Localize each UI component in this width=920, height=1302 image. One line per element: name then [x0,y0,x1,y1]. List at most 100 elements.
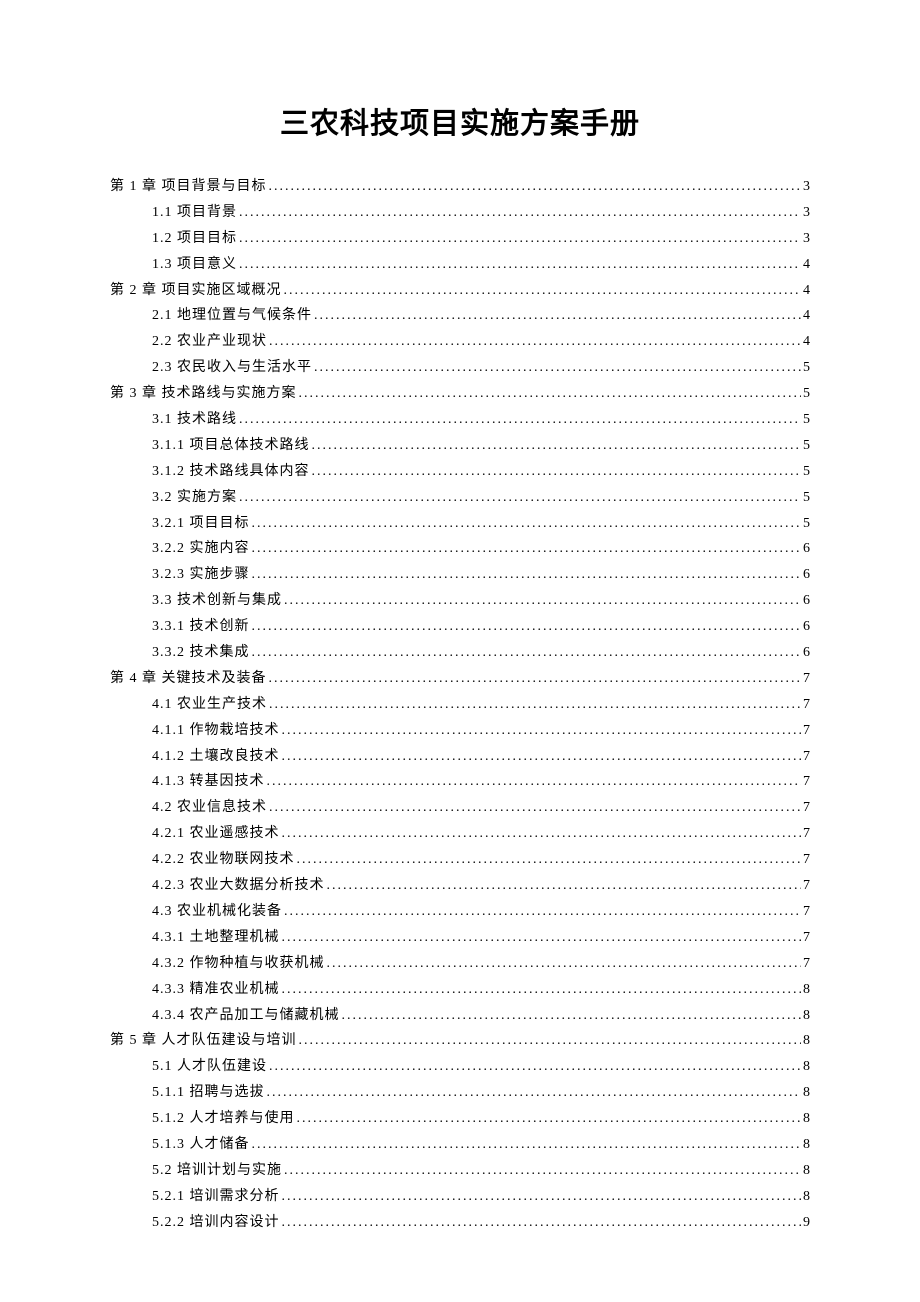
toc-entry[interactable]: 5.2.2 培训内容设计9 [110,1210,810,1236]
toc-leader-dots [327,873,802,899]
toc-entry[interactable]: 2.3 农民收入与生活水平5 [110,355,810,381]
toc-entry-page: 4 [803,278,810,304]
toc-entry[interactable]: 3.2 实施方案 5 [110,485,810,511]
toc-entry-page: 7 [803,744,810,770]
toc-entry-label: 5.2.1 培训需求分析 [152,1184,280,1210]
toc-entry-label: 3.3.2 技术集成 [152,640,250,666]
toc-entry-label: 4.3.4 农产品加工与储藏机械 [152,1003,340,1029]
toc-entry[interactable]: 3.2.2 实施内容6 [110,536,810,562]
toc-entry-page: 5 [803,485,810,511]
toc-entry[interactable]: 1.1 项目背景3 [110,200,810,226]
toc-entry[interactable]: 3.3 技术创新与集成 6 [110,588,810,614]
toc-entry-page: 4 [803,252,810,278]
toc-leader-dots [284,278,802,304]
toc-entry-label: 4.1.1 作物栽培技术 [152,718,280,744]
toc-entry[interactable]: 5.1.1 招聘与选拔8 [110,1080,810,1106]
toc-entry-label: 2.2 农业产业现状 [152,329,267,355]
toc-leader-dots [299,1028,802,1054]
toc-entry-page: 6 [803,640,810,666]
toc-leader-dots [282,744,802,770]
toc-entry-page: 7 [803,873,810,899]
toc-entry[interactable]: 1.3 项目意义 4 [110,252,810,278]
toc-entry-label: 5.1.3 人才储备 [152,1132,250,1158]
toc-entry-page: 7 [803,666,810,692]
toc-leader-dots [282,821,802,847]
toc-leader-dots [267,769,802,795]
toc-entry-page: 8 [803,1132,810,1158]
toc-entry[interactable]: 5.1.2 人才培养与使用8 [110,1106,810,1132]
toc-leader-dots [314,303,801,329]
toc-entry-label: 5.2 培训计划与实施 [152,1158,282,1184]
toc-entry[interactable]: 3.3.2 技术集成 6 [110,640,810,666]
toc-entry[interactable]: 3.3.1 技术创新 6 [110,614,810,640]
toc-entry-label: 4.2.1 农业遥感技术 [152,821,280,847]
toc-entry-page: 6 [803,614,810,640]
toc-entry-label: 3.3 技术创新与集成 [152,588,282,614]
toc-entry[interactable]: 4.2.2 农业物联网技术7 [110,847,810,873]
toc-entry-label: 5.1.2 人才培养与使用 [152,1106,295,1132]
table-of-contents: 第 1 章 项目背景与目标31.1 项目背景31.2 项目目标31.3 项目意义… [110,174,810,1236]
toc-entry-label: 3.2.1 项目目标 [152,511,250,537]
toc-leader-dots [269,666,802,692]
toc-entry[interactable]: 5.2 培训计划与实施8 [110,1158,810,1184]
toc-entry[interactable]: 1.2 项目目标3 [110,226,810,252]
toc-entry-page: 7 [803,951,810,977]
toc-entry-label: 3.1.1 项目总体技术路线 [152,433,310,459]
toc-entry[interactable]: 第 1 章 项目背景与目标3 [110,174,810,200]
toc-entry-label: 1.2 项目目标 [152,226,237,252]
toc-entry-page: 8 [803,977,810,1003]
toc-entry[interactable]: 第 3 章 技术路线与实施方案5 [110,381,810,407]
toc-entry-page: 6 [803,536,810,562]
toc-entry[interactable]: 5.2.1 培训需求分析8 [110,1184,810,1210]
toc-entry[interactable]: 3.2.3 实施步骤6 [110,562,810,588]
toc-entry-page: 7 [803,692,810,718]
toc-entry[interactable]: 4.2.1 农业遥感技术 7 [110,821,810,847]
toc-entry[interactable]: 4.2.3 农业大数据分析技术7 [110,873,810,899]
toc-entry-label: 4.1.2 土壤改良技术 [152,744,280,770]
toc-leader-dots [284,899,801,925]
toc-leader-dots [269,1054,801,1080]
toc-entry[interactable]: 4.1.1 作物栽培技术7 [110,718,810,744]
toc-entry-label: 3.2 实施方案 [152,485,237,511]
toc-entry-label: 1.3 项目意义 [152,252,237,278]
toc-entry[interactable]: 2.1 地理位置与气候条件4 [110,303,810,329]
toc-entry[interactable]: 3.1 技术路线5 [110,407,810,433]
toc-leader-dots [284,1158,801,1184]
toc-entry[interactable]: 4.3 农业机械化装备7 [110,899,810,925]
toc-entry-page: 7 [803,769,810,795]
toc-entry-label: 3.1 技术路线 [152,407,237,433]
toc-entry[interactable]: 4.3.1 土地整理机械7 [110,925,810,951]
toc-entry-label: 第 5 章 人才队伍建设与培训 [110,1028,297,1054]
toc-entry[interactable]: 5.1.3 人才储备 8 [110,1132,810,1158]
toc-entry-page: 8 [803,1080,810,1106]
toc-entry[interactable]: 4.1 农业生产技术 7 [110,692,810,718]
toc-entry-page: 6 [803,588,810,614]
toc-entry-page: 3 [803,200,810,226]
toc-entry-page: 7 [803,821,810,847]
toc-entry[interactable]: 第 5 章 人才队伍建设与培训8 [110,1028,810,1054]
toc-entry-label: 4.1 农业生产技术 [152,692,267,718]
toc-entry-label: 第 3 章 技术路线与实施方案 [110,381,297,407]
toc-entry[interactable]: 4.1.3 转基因技术 7 [110,769,810,795]
toc-entry[interactable]: 4.3.3 精准农业机械8 [110,977,810,1003]
toc-entry[interactable]: 第 2 章 项目实施区域概况4 [110,278,810,304]
toc-entry[interactable]: 2.2 农业产业现状4 [110,329,810,355]
toc-entry-page: 7 [803,847,810,873]
toc-entry-label: 4.3.1 土地整理机械 [152,925,280,951]
toc-entry[interactable]: 5.1 人才队伍建设8 [110,1054,810,1080]
toc-entry[interactable]: 4.3.2 作物种植与收获机械7 [110,951,810,977]
toc-entry-label: 4.1.3 转基因技术 [152,769,265,795]
toc-entry[interactable]: 3.1.1 项目总体技术路线5 [110,433,810,459]
toc-entry[interactable]: 4.2 农业信息技术7 [110,795,810,821]
toc-entry[interactable]: 4.3.4 农产品加工与储藏机械8 [110,1003,810,1029]
toc-entry[interactable]: 3.1.2 技术路线具体内容5 [110,459,810,485]
toc-entry[interactable]: 3.2.1 项目目标5 [110,511,810,537]
toc-entry-page: 4 [803,303,810,329]
toc-entry-label: 5.2.2 培训内容设计 [152,1210,280,1236]
toc-leader-dots [252,640,802,666]
toc-entry[interactable]: 第 4 章 关键技术及装备7 [110,666,810,692]
toc-entry[interactable]: 4.1.2 土壤改良技术 7 [110,744,810,770]
toc-entry-label: 3.3.1 技术创新 [152,614,250,640]
toc-leader-dots [252,562,802,588]
toc-leader-dots [327,951,802,977]
